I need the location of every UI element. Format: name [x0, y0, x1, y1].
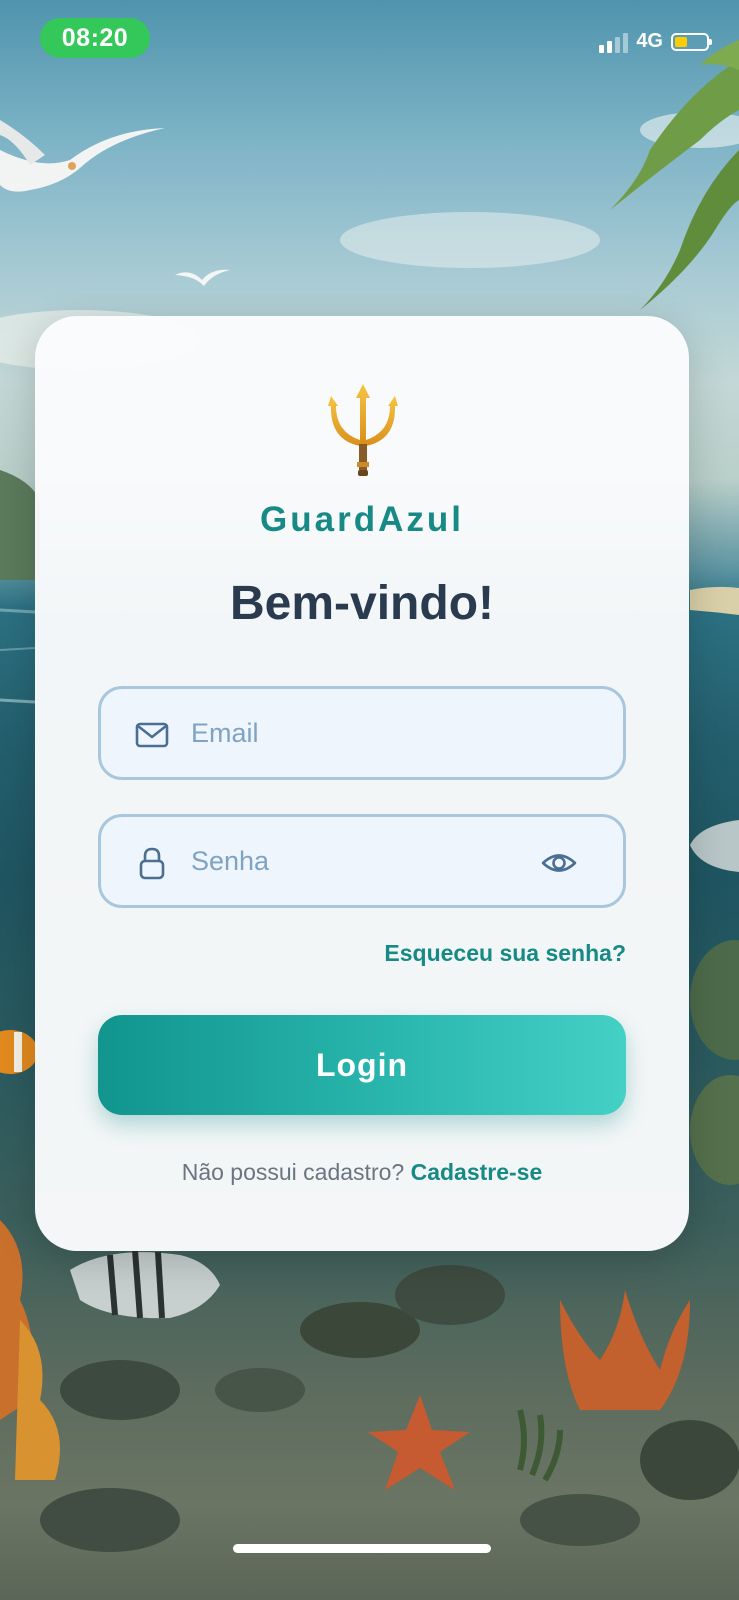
password-placeholder[interactable]: Senha [191, 817, 269, 905]
battery-icon [671, 32, 712, 51]
email-field[interactable]: Email [98, 686, 626, 780]
welcome-heading: Bem-vindo! [230, 577, 494, 630]
signup-prompt: Não possui cadastro? Cadastre-se [35, 1159, 689, 1186]
home-indicator[interactable] [233, 1544, 491, 1553]
signup-link[interactable]: Cadastre-se [411, 1159, 543, 1185]
status-indicators: 4G [599, 30, 712, 53]
status-time: 08:20 [40, 18, 150, 58]
mail-icon [135, 722, 169, 748]
forgot-password-link[interactable]: Esqueceu sua senha? [384, 940, 626, 967]
password-field[interactable]: Senha [98, 814, 626, 908]
signal-icon [599, 31, 629, 53]
trident-icon [328, 384, 398, 476]
login-screen: 08:20 4G GuardAzul Bem-vindo! Email Senh… [0, 0, 739, 1600]
network-label: 4G [636, 30, 663, 52]
battery-level [675, 36, 687, 47]
login-card: GuardAzul Bem-vindo! Email Senha Esquece… [35, 316, 689, 1251]
login-button[interactable]: Login [98, 1015, 626, 1115]
email-placeholder[interactable]: Email [191, 689, 259, 777]
signup-text: Não possui cadastro? [181, 1159, 405, 1185]
brand-name: GuardAzul [260, 500, 464, 539]
eye-icon[interactable] [541, 846, 577, 880]
lock-icon [139, 847, 165, 880]
